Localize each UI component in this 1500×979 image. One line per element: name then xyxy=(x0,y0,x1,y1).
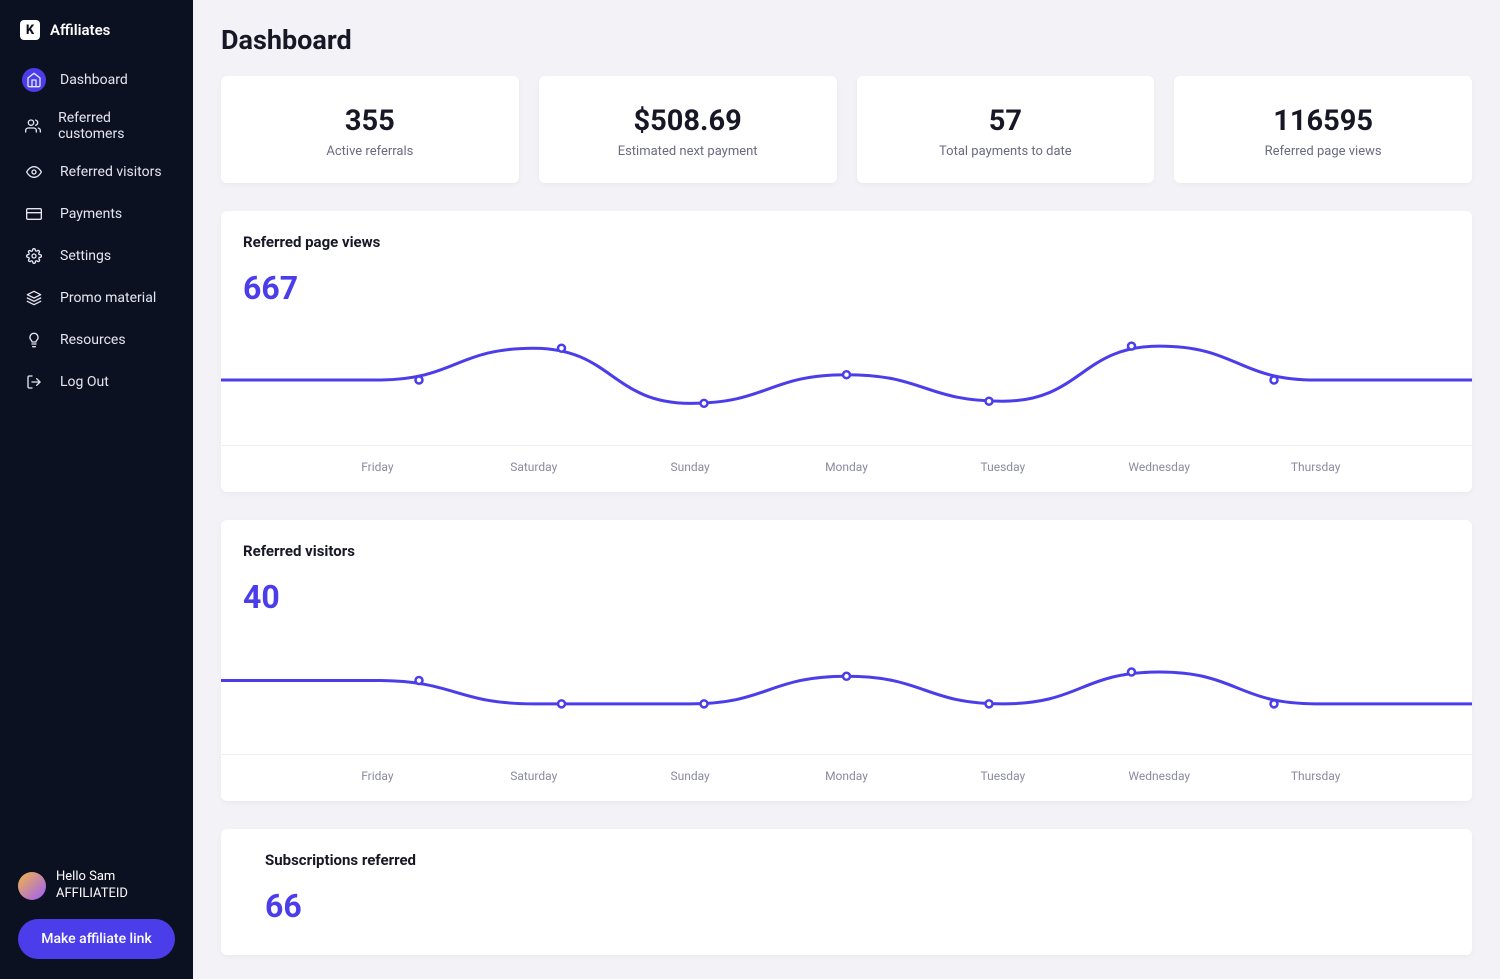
chart-title: Referred page views xyxy=(221,233,1472,251)
axis-tick: Saturday xyxy=(456,446,612,474)
chart-card: Referred visitors 40 FridaySaturdaySundayM… xyxy=(221,520,1472,801)
sidebar-item-label: Log Out xyxy=(60,374,109,390)
stat-label: Referred page views xyxy=(1190,144,1456,159)
axis-tick: Wednesday xyxy=(1081,446,1237,474)
axis-tick: Thursday xyxy=(1237,446,1393,474)
stat-card: 116595 Referred page views xyxy=(1174,76,1472,183)
sidebar-item-referred-visitors[interactable]: Referred visitors xyxy=(12,152,181,192)
stat-label: Estimated next payment xyxy=(555,144,821,159)
user-text: Hello Sam AFFILIATEID xyxy=(56,869,128,903)
line-chart xyxy=(221,624,1472,754)
brand-name: Affiliates xyxy=(50,21,110,39)
users-icon xyxy=(22,114,44,138)
stat-label: Total payments to date xyxy=(873,144,1139,159)
sidebar-item-resources[interactable]: Resources xyxy=(12,320,181,360)
make-affiliate-link-button[interactable]: Make affiliate link xyxy=(18,919,175,959)
chart-metric: 66 xyxy=(243,887,1450,925)
user-affiliate-id: AFFILIATEID xyxy=(56,886,128,903)
stat-card: 57 Total payments to date xyxy=(857,76,1155,183)
main-content: Dashboard 355 Active referrals $508.69 Esti… xyxy=(193,0,1500,979)
sidebar-item-settings[interactable]: Settings xyxy=(12,236,181,276)
chart-x-axis: FridaySaturdaySundayMondayTuesdayWednesd… xyxy=(221,445,1472,474)
layers-icon xyxy=(22,286,46,310)
chart-title: Referred visitors xyxy=(221,542,1472,560)
axis-tick: Monday xyxy=(768,446,924,474)
stat-value: 57 xyxy=(873,104,1139,138)
axis-spacer xyxy=(221,755,299,783)
axis-tick: Saturday xyxy=(456,755,612,783)
chart-metric: 667 xyxy=(221,269,1472,307)
axis-spacer xyxy=(221,446,299,474)
axis-spacer xyxy=(1394,755,1472,783)
sidebar-item-dashboard[interactable]: Dashboard xyxy=(12,60,181,100)
axis-tick: Sunday xyxy=(612,446,768,474)
axis-tick: Tuesday xyxy=(925,446,1081,474)
sidebar-item-label: Dashboard xyxy=(60,72,128,88)
axis-tick: Sunday xyxy=(612,755,768,783)
card-icon xyxy=(22,202,46,226)
sidebar-footer: Hello Sam AFFILIATEID Make affiliate lin… xyxy=(0,869,193,959)
bulb-icon xyxy=(22,328,46,352)
stat-card: $508.69 Estimated next payment xyxy=(539,76,837,183)
sidebar-item-label: Settings xyxy=(60,248,111,264)
stat-label: Active referrals xyxy=(237,144,503,159)
stat-card: 355 Active referrals xyxy=(221,76,519,183)
sidebar-item-referred-customers[interactable]: Referred customers xyxy=(12,102,181,150)
chart-metric: 40 xyxy=(221,578,1472,616)
eye-icon xyxy=(22,160,46,184)
sidebar-item-label: Promo material xyxy=(60,290,156,306)
chart-title: Subscriptions referred xyxy=(243,851,1450,869)
stat-value: 116595 xyxy=(1190,104,1456,138)
user-greeting: Hello Sam xyxy=(56,869,128,886)
brand-logo-icon: K xyxy=(20,20,40,40)
sidebar-item-label: Payments xyxy=(60,206,122,222)
chart-card: Referred page views 667 FridaySaturdaySund… xyxy=(221,211,1472,492)
stat-cards: 355 Active referrals $508.69 Estimated next… xyxy=(221,76,1472,183)
gear-icon xyxy=(22,244,46,268)
page-title: Dashboard xyxy=(221,24,1472,56)
sidebar-item-label: Referred customers xyxy=(58,110,171,142)
axis-tick: Friday xyxy=(299,755,455,783)
brand: K Affiliates xyxy=(0,20,193,60)
stat-value: 355 xyxy=(237,104,503,138)
home-icon xyxy=(22,68,46,92)
sidebar: K Affiliates Dashboard Referred customers… xyxy=(0,0,193,979)
sidebar-item-promo-material[interactable]: Promo material xyxy=(12,278,181,318)
chart-x-axis: FridaySaturdaySundayMondayTuesdayWednesd… xyxy=(221,754,1472,783)
sidebar-nav: Dashboard Referred customers Referred visi… xyxy=(0,60,193,402)
axis-tick: Friday xyxy=(299,446,455,474)
logout-icon xyxy=(22,370,46,394)
line-chart xyxy=(221,315,1472,445)
axis-tick: Monday xyxy=(768,755,924,783)
user-info: Hello Sam AFFILIATEID xyxy=(18,869,175,903)
axis-tick: Wednesday xyxy=(1081,755,1237,783)
chart-card: Subscriptions referred 66 xyxy=(221,829,1472,955)
stat-value: $508.69 xyxy=(555,104,821,138)
sidebar-item-log-out[interactable]: Log Out xyxy=(12,362,181,402)
avatar xyxy=(18,872,46,900)
sidebar-item-label: Resources xyxy=(60,332,126,348)
axis-tick: Thursday xyxy=(1237,755,1393,783)
axis-spacer xyxy=(1394,446,1472,474)
axis-tick: Tuesday xyxy=(925,755,1081,783)
sidebar-item-payments[interactable]: Payments xyxy=(12,194,181,234)
sidebar-item-label: Referred visitors xyxy=(60,164,162,180)
